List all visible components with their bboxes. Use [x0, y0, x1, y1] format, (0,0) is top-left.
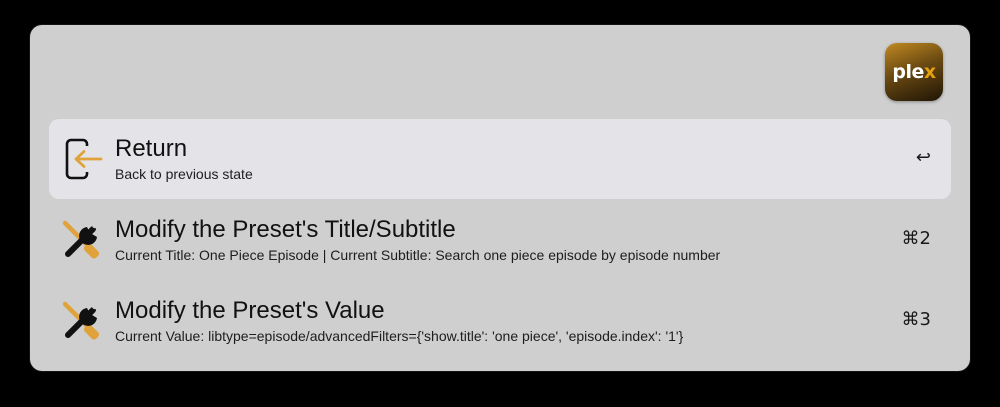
plex-logo-text: plex: [892, 61, 936, 83]
result-title: Modify the Preset's Value: [115, 297, 385, 324]
result-subtitle: Current Title: One Piece Episode | Curre…: [115, 247, 721, 263]
result-subtitle: Current Value: libtype=episode/advancedF…: [115, 328, 684, 344]
wrench-icon: [62, 301, 100, 340]
result-title: Modify the Preset's Title/Subtitle: [115, 216, 456, 243]
shortcut-cmd-3: ⌘3: [901, 309, 931, 330]
result-title: Return: [115, 135, 188, 162]
result-row-modify-title[interactable]: Modify the Preset's Title/Subtitle Curre…: [49, 200, 951, 280]
wrench-icon: [62, 220, 100, 259]
plex-icon: plex: [885, 43, 943, 101]
result-row-modify-value[interactable]: Modify the Preset's Value Current Value:…: [49, 281, 951, 361]
result-subtitle: Back to previous state: [115, 166, 253, 182]
return-key-shortcut: ↩: [915, 147, 931, 168]
result-row-return[interactable]: Return Back to previous state ↩: [49, 119, 951, 199]
return-icon: [65, 138, 103, 180]
shortcut-cmd-2: ⌘2: [901, 228, 931, 249]
alfred-window: plex Return Back to previous state ↩ Mod…: [30, 25, 970, 371]
